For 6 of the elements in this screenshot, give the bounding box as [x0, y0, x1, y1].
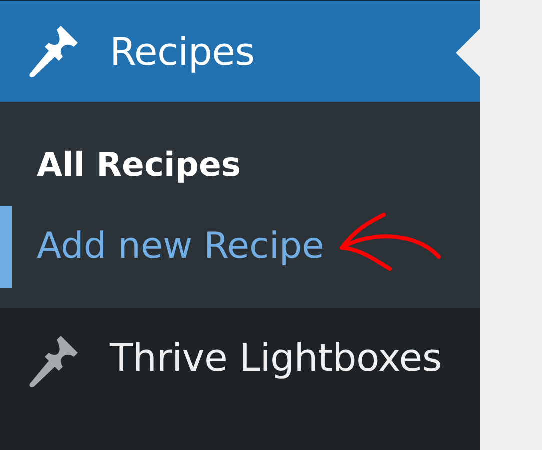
- pin-icon: [28, 26, 78, 78]
- submenu-link[interactable]: All Recipes: [0, 124, 480, 206]
- pin-icon: [28, 336, 78, 388]
- current-pointer: [456, 29, 480, 77]
- menu-item[interactable]: Recipes: [0, 1, 480, 102]
- submenu-link[interactable]: Add new Recipe: [0, 206, 480, 288]
